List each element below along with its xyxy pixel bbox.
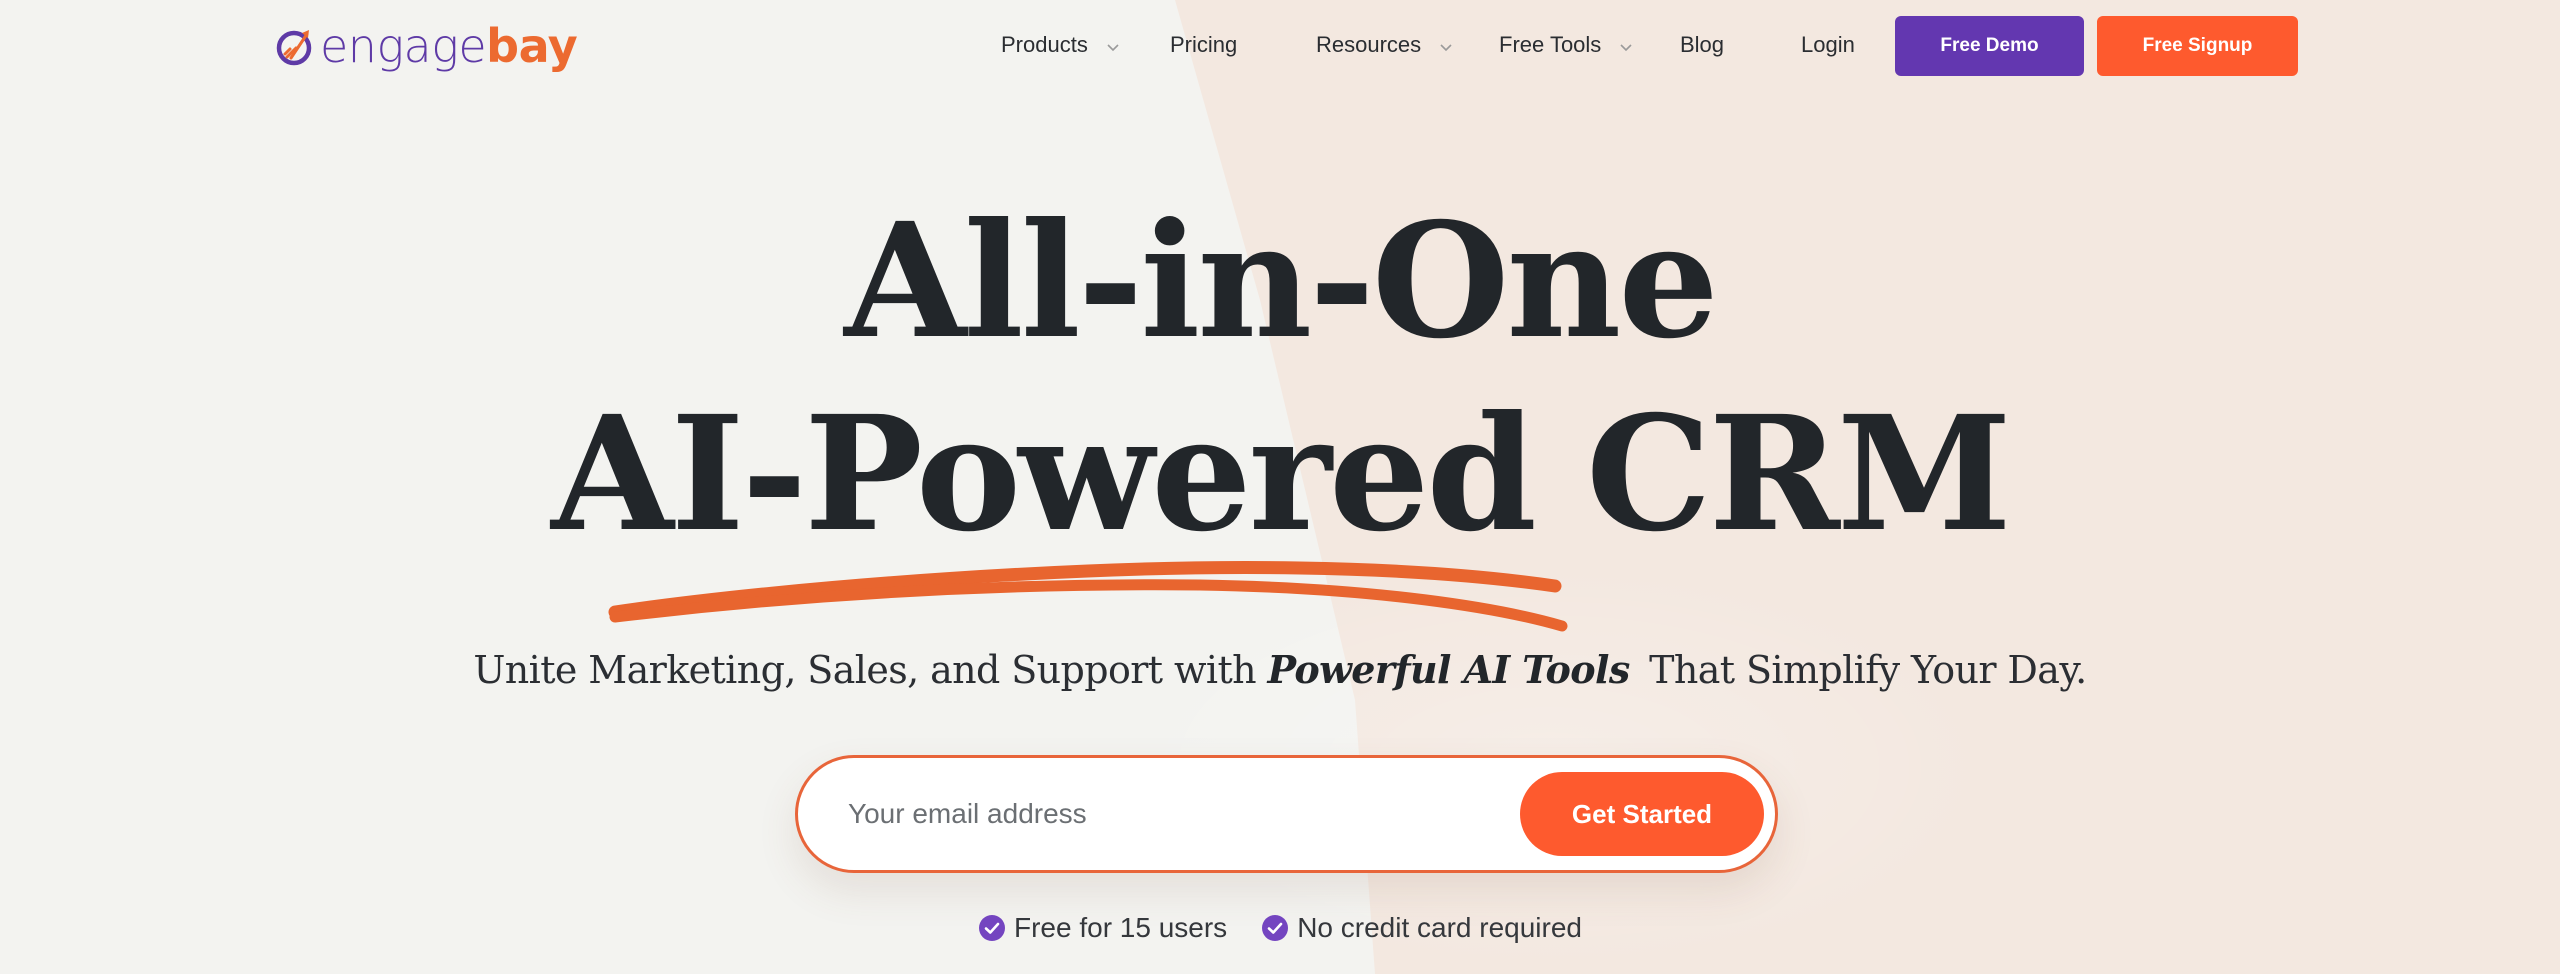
logo[interactable]: engagebay <box>274 18 578 74</box>
perks-list: Free for 15 users No credit card require… <box>0 912 2560 944</box>
perk-item: Free for 15 users <box>978 912 1227 944</box>
nav-item-pricing[interactable]: Pricing <box>1170 30 1237 60</box>
get-started-button[interactable]: Get Started <box>1520 772 1764 856</box>
logo-wordmark: engagebay <box>320 23 578 69</box>
perk-label: Free for 15 users <box>1013 912 1228 943</box>
nav-item-resources[interactable]: Resources <box>1316 30 1453 60</box>
hero-title-line2: AI-Powered CRM <box>551 382 2012 567</box>
nav-label: Resources <box>1316 32 1422 57</box>
perk-item: No credit card required <box>1261 912 1582 944</box>
nav-item-login[interactable]: Login <box>1801 30 1855 60</box>
hero-title-line1: All-in-One <box>844 189 1719 374</box>
check-circle-icon <box>1262 915 1289 941</box>
nav-label: Products <box>1001 32 1088 57</box>
nav-item-blog[interactable]: Blog <box>1680 30 1724 60</box>
free-demo-button[interactable]: Free Demo <box>1895 16 2084 76</box>
subtitle-emphasis: Powerful AI Tools <box>1267 647 1630 692</box>
site-header: engagebay Products Pricing Resources Fre… <box>0 0 2560 92</box>
logo-mark-icon <box>276 30 312 66</box>
check-circle-icon <box>978 915 1005 941</box>
chevron-down-icon <box>1440 44 1452 52</box>
subtitle-text-before: Unite Marketing, Sales, and Support with <box>473 648 1268 692</box>
nav-item-products[interactable]: Products <box>1001 30 1120 60</box>
logo-text-bay: bay <box>486 19 578 73</box>
free-signup-button[interactable]: Free Signup <box>2097 16 2298 76</box>
chevron-down-icon <box>1107 44 1119 52</box>
nav-label: Pricing <box>1170 32 1238 57</box>
hero-subtitle: Unite Marketing, Sales, and Support with… <box>0 640 2560 700</box>
nav-label: Blog <box>1680 32 1725 57</box>
logo-text-engage: engage <box>320 19 487 73</box>
chevron-down-icon <box>1620 44 1632 52</box>
nav-item-free-tools[interactable]: Free Tools <box>1499 30 1633 60</box>
nav-label: Free Tools <box>1499 32 1602 57</box>
perk-label: No credit card required <box>1297 912 1582 943</box>
underline-swoosh-icon <box>608 561 1568 632</box>
signup-form: Get Started <box>795 755 1778 873</box>
nav-label: Login <box>1801 32 1855 57</box>
email-input[interactable] <box>848 782 1498 846</box>
subtitle-text-after: That Simplify Your Day. <box>1637 648 2087 692</box>
